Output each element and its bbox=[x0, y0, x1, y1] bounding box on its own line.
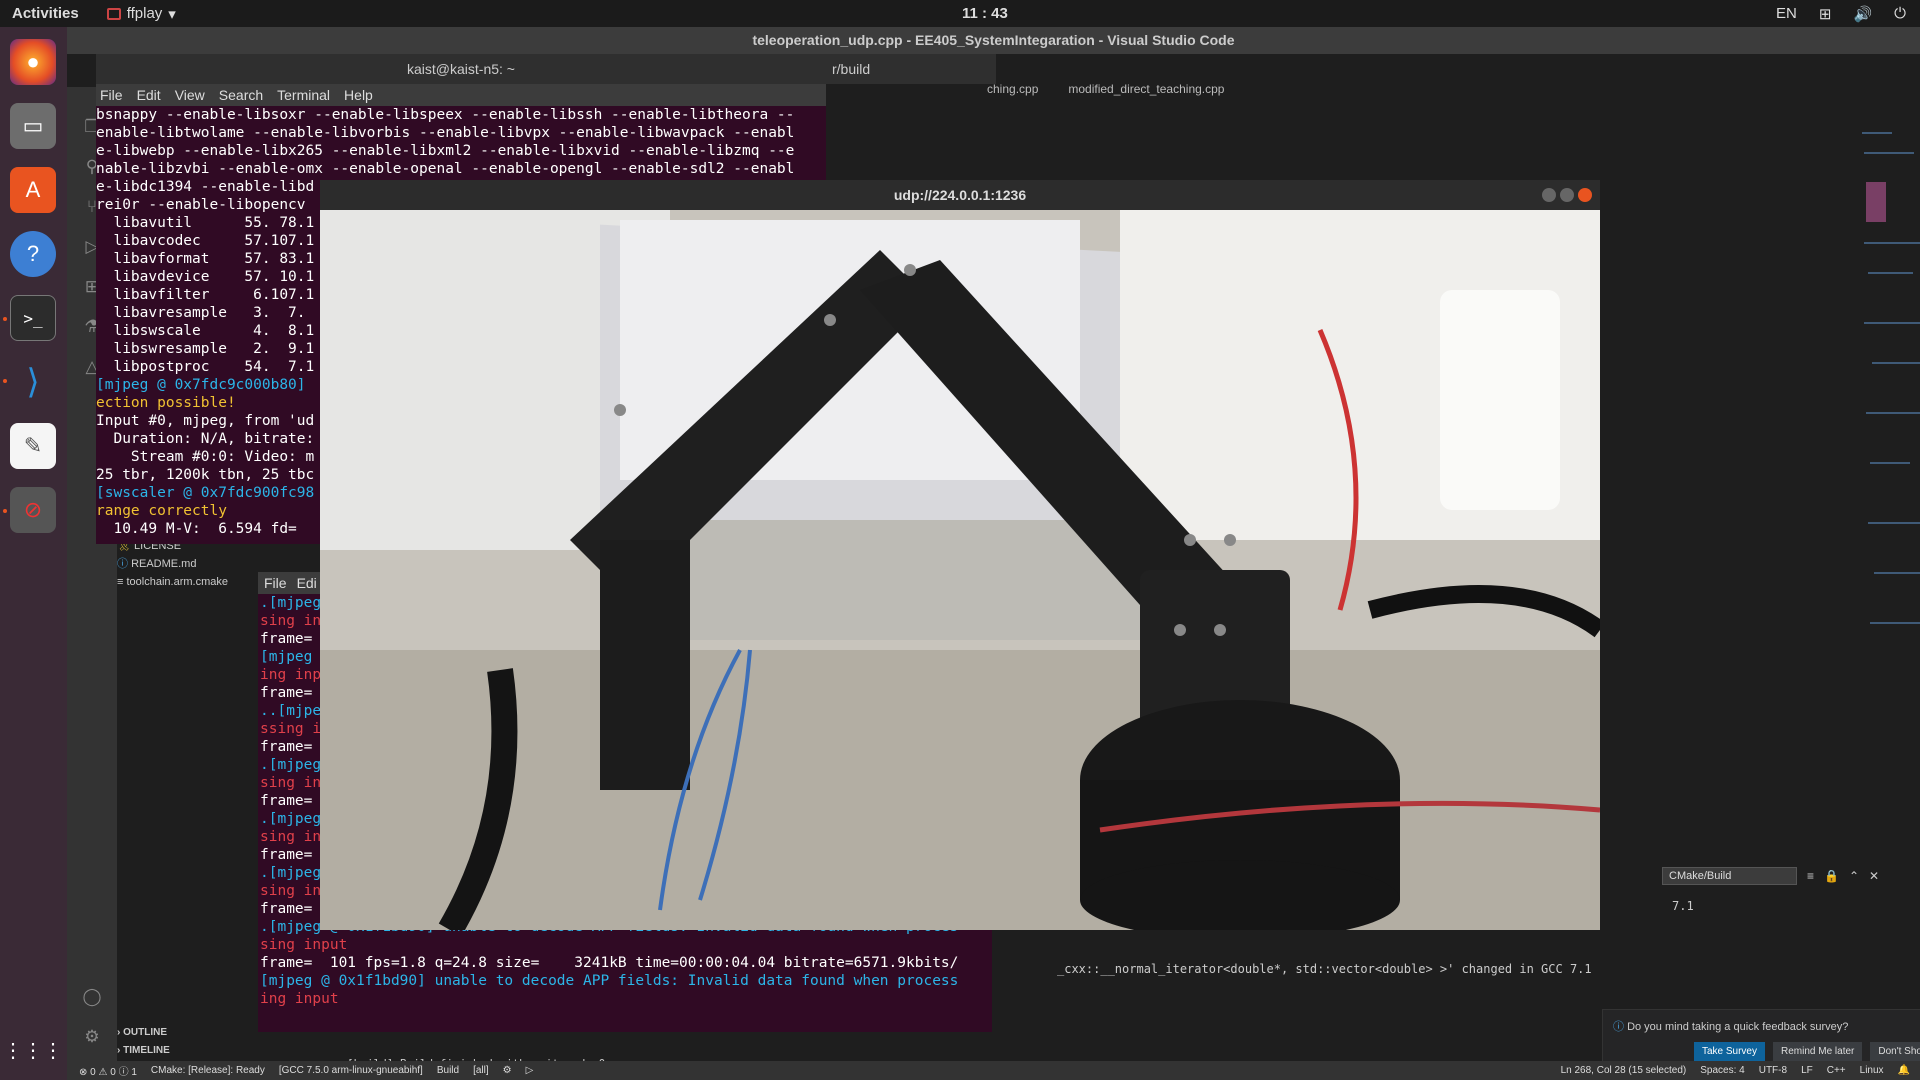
os-indicator[interactable]: Linux bbox=[1860, 1065, 1884, 1076]
run-icon[interactable]: ▷ bbox=[526, 1065, 534, 1076]
terminal-line: e-libwebp --enable-libx265 --enable-libx… bbox=[96, 143, 795, 159]
terminal-icon[interactable]: >_ bbox=[10, 295, 56, 341]
problems-indicator[interactable]: ⊗ 0 ⚠ 0 ⓘ 1 bbox=[79, 1063, 137, 1078]
maximize-icon[interactable]: ⌃ bbox=[1849, 869, 1859, 883]
help-icon[interactable]: ? bbox=[10, 231, 56, 277]
debug-icon[interactable]: ⚙ bbox=[503, 1065, 512, 1076]
activities-button[interactable]: Activities bbox=[12, 5, 79, 22]
eol[interactable]: LF bbox=[1801, 1065, 1813, 1076]
notification-message: ⓘ Do you mind taking a quick feedback su… bbox=[1613, 1021, 1849, 1033]
menu-file[interactable]: File bbox=[100, 87, 123, 103]
file-item[interactable]: ⓘ README.md bbox=[117, 555, 327, 573]
close-button[interactable] bbox=[1578, 188, 1592, 202]
software-icon[interactable]: A bbox=[10, 167, 56, 213]
editor-tabs: ching.cpp modified_direct_teaching.cpp bbox=[987, 82, 1224, 112]
minimap[interactable] bbox=[1862, 122, 1920, 722]
cursor-position[interactable]: Ln 268, Col 28 (15 selected) bbox=[1561, 1065, 1687, 1076]
firefox-icon[interactable]: ● bbox=[10, 39, 56, 85]
remind-later-button[interactable]: Remind Me later bbox=[1773, 1042, 1863, 1062]
dont-show-again-button[interactable]: Don't Show Again bbox=[1870, 1042, 1920, 1062]
output-text: _cxx::__normal_iterator<double*, std::ve… bbox=[1057, 962, 1592, 976]
gear-icon[interactable]: ⚙ bbox=[81, 1027, 103, 1049]
menu-help[interactable]: Help bbox=[344, 87, 373, 103]
files-icon[interactable]: ▭ bbox=[10, 103, 56, 149]
output-channel-select[interactable]: CMake/Build bbox=[1662, 867, 1797, 885]
app-name: ffplay bbox=[126, 5, 163, 22]
outline-section[interactable]: › OUTLINE bbox=[117, 1027, 167, 1038]
network-icon[interactable]: ⊞ bbox=[1819, 5, 1832, 23]
vscode-icon[interactable]: ⟩ bbox=[10, 359, 56, 405]
panel-header: CMake/Build ≡ 🔒 ⌃ ✕ bbox=[1662, 865, 1920, 887]
ffplay-title: udp://224.0.0.1:1236 bbox=[320, 180, 1600, 210]
running-indicator bbox=[3, 317, 7, 321]
power-icon[interactable]: ⏻ bbox=[1894, 5, 1906, 22]
account-icon[interactable]: ◯ bbox=[81, 987, 103, 1009]
build-button[interactable]: Build bbox=[437, 1065, 459, 1076]
ffplay-window[interactable]: udp://224.0.0.1:1236 bbox=[320, 180, 1600, 930]
menu-view[interactable]: View bbox=[175, 87, 205, 103]
chevron-down-icon: ▾ bbox=[168, 5, 176, 23]
output-text: 7.1 bbox=[1672, 899, 1694, 913]
window-title: teleoperation_udp.cpp - EE405_SystemInte… bbox=[67, 27, 1920, 54]
kit-select[interactable]: [GCC 7.5.0 arm-linux-gnueabihf] bbox=[279, 1065, 423, 1076]
text-editor-icon[interactable]: ✎ bbox=[10, 423, 56, 469]
survey-notification: ⓘ Do you mind taking a quick feedback su… bbox=[1602, 1009, 1920, 1069]
maximize-button[interactable] bbox=[1560, 188, 1574, 202]
volume-icon[interactable]: 🔊 bbox=[1853, 5, 1872, 23]
app-icon bbox=[106, 7, 121, 20]
timeline-section[interactable]: › TIMELINE bbox=[117, 1045, 170, 1056]
menu-file[interactable]: File bbox=[264, 575, 287, 591]
running-indicator bbox=[3, 379, 7, 383]
menu-search[interactable]: Search bbox=[219, 87, 263, 103]
status-bar: ⊗ 0 ⚠ 0 ⓘ 1 CMake: [Release]: Ready [GCC… bbox=[67, 1061, 1920, 1080]
terminal-line: nable-libzvbi --enable-omx --enable-open… bbox=[96, 161, 795, 177]
minimize-button[interactable] bbox=[1542, 188, 1556, 202]
lock-icon[interactable]: 🔒 bbox=[1824, 869, 1839, 883]
robot-arm-image bbox=[320, 210, 1600, 930]
terminal-menu: File Edit View Search Terminal Help bbox=[96, 84, 826, 106]
menu-edit[interactable]: Edi bbox=[297, 575, 317, 591]
editor-tab[interactable]: modified_direct_teaching.cpp bbox=[1068, 82, 1224, 112]
indentation[interactable]: Spaces: 4 bbox=[1700, 1065, 1744, 1076]
terminal-line: ing input bbox=[260, 991, 339, 1007]
terminal-line: sing input bbox=[260, 937, 348, 953]
clear-icon[interactable]: ≡ bbox=[1807, 869, 1814, 883]
cmake-status[interactable]: CMake: [Release]: Ready bbox=[151, 1065, 265, 1076]
info-icon: ⓘ bbox=[1613, 1021, 1624, 1033]
running-indicator bbox=[3, 509, 7, 513]
clock[interactable]: 11 : 43 bbox=[962, 5, 1008, 22]
video-frame bbox=[320, 210, 1600, 930]
terminal-title: r/build bbox=[826, 54, 996, 84]
blocked-icon[interactable]: ⊘ bbox=[10, 487, 56, 533]
menu-edit[interactable]: Edit bbox=[137, 87, 161, 103]
build-target[interactable]: [all] bbox=[473, 1065, 489, 1076]
terminal-line: enable-libtwolame --enable-libvorbis --e… bbox=[96, 125, 795, 141]
terminal-title: kaist@kaist-n5: ~ bbox=[96, 54, 826, 84]
dock: ● ▭ A ? >_ ⟩ ✎ ⊘ ⋮⋮⋮ bbox=[0, 27, 67, 1080]
menu-terminal[interactable]: Terminal bbox=[277, 87, 330, 103]
editor-tab[interactable]: ching.cpp bbox=[987, 82, 1038, 112]
top-bar: Activities ffplay ▾ 11 : 43 EN ⊞ 🔊 ⏻ bbox=[0, 0, 1920, 27]
terminal-line: frame= 101 fps=1.8 q=24.8 size= 3241kB t… bbox=[260, 955, 959, 971]
close-icon[interactable]: ✕ bbox=[1869, 869, 1879, 883]
bell-icon[interactable]: 🔔 bbox=[1898, 1065, 1910, 1076]
take-survey-button[interactable]: Take Survey bbox=[1693, 1042, 1765, 1062]
app-menu[interactable]: ffplay ▾ bbox=[106, 5, 176, 23]
language-indicator[interactable]: EN bbox=[1776, 5, 1797, 22]
terminal-line: [mjpeg @ 0x1f1bd90] unable to decode APP… bbox=[260, 973, 959, 989]
encoding[interactable]: UTF-8 bbox=[1759, 1065, 1787, 1076]
terminal-line: bsnappy --enable-libsoxr --enable-libspe… bbox=[96, 107, 795, 123]
language-mode[interactable]: C++ bbox=[1827, 1065, 1846, 1076]
app-grid-icon[interactable]: ⋮⋮⋮ bbox=[3, 1027, 63, 1073]
system-tray[interactable]: EN ⊞ 🔊 ⏻ bbox=[1776, 5, 1906, 23]
